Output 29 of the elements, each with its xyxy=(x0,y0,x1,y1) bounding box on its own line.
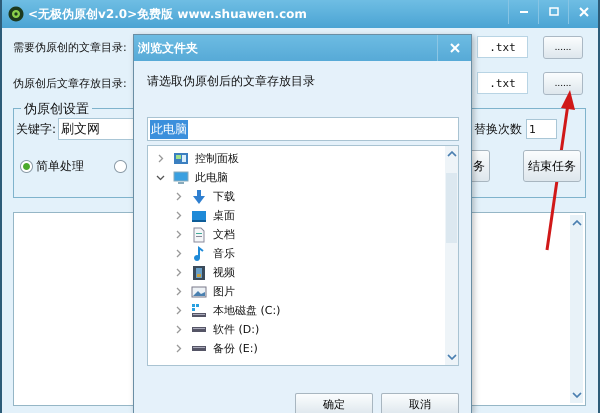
tree-item[interactable]: 视频 xyxy=(148,263,445,282)
extension-field[interactable]: .txt xyxy=(477,36,528,58)
browse-button[interactable]: ...... xyxy=(543,36,583,58)
dialog-button[interactable]: 确定 xyxy=(295,393,373,413)
tree-item[interactable]: 图片 xyxy=(148,282,445,301)
tree-item[interactable]: 此电脑 xyxy=(148,168,445,187)
radio-label: 简单处理 xyxy=(36,158,84,174)
group-title: 伪原创设置 xyxy=(21,100,92,118)
window-title: <无极伪原创v2.0>免费版 www.shuawen.com xyxy=(28,6,307,22)
directory-label: 伪原创后文章存放目录: xyxy=(13,76,127,90)
tree-item[interactable]: 桌面 xyxy=(148,206,445,225)
replace-count-label: 替换次数 xyxy=(474,120,522,138)
browse-button[interactable]: ...... xyxy=(543,72,583,94)
extension-field[interactable]: .txt xyxy=(477,72,528,94)
keyword-label: 关键字: xyxy=(16,120,56,138)
dialog-prompt: 请选取伪原创后的文章存放目录 xyxy=(147,73,316,90)
dialog-title: 浏览文件夹 xyxy=(138,40,198,56)
dialog-button[interactable]: 取消 xyxy=(381,393,459,413)
folder-tree[interactable]: 控制面板 此电脑 下载 桌面 文档 音乐 视频 图片 本地磁盘 (C:) 软件 (D:) 备份 (E:) xyxy=(147,145,459,366)
tree-item[interactable]: 本地磁盘 (C:) xyxy=(148,301,445,320)
tree-item[interactable]: 下载 xyxy=(148,187,445,206)
tree-item[interactable]: 控制面板 xyxy=(148,149,445,168)
tree-item[interactable]: 音乐 xyxy=(148,244,445,263)
tree-item[interactable]: 文档 xyxy=(148,225,445,244)
tree-item[interactable]: 软件 (D:) xyxy=(148,320,445,339)
tree-item[interactable]: 备份 (E:) xyxy=(148,339,445,358)
replace-count-field[interactable]: 1 xyxy=(526,119,557,139)
directory-label: 需要伪原创的文章目录: xyxy=(13,40,127,54)
task-button[interactable]: 结束任务 xyxy=(523,150,581,182)
